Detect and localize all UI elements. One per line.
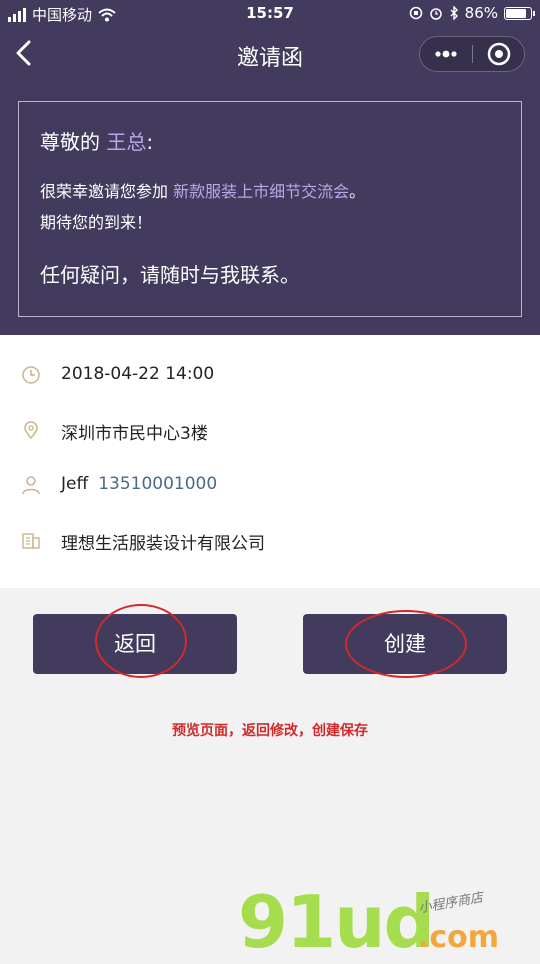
alarm-icon bbox=[429, 8, 442, 20]
status-right: 86% bbox=[409, 4, 535, 22]
mini-program-capsule bbox=[419, 36, 525, 72]
contact-phone[interactable]: 13510001000 bbox=[98, 474, 217, 494]
contact-line: 任何疑问，请随时与我联系。 bbox=[40, 263, 300, 287]
event-name: 新款服装上市细节交流会 bbox=[173, 182, 350, 201]
orientation-lock-icon bbox=[409, 6, 422, 20]
info-row-location: 深圳市市民中心3楼 bbox=[0, 410, 540, 450]
event-location: 深圳市市民中心3楼 bbox=[61, 424, 208, 444]
user-icon bbox=[22, 476, 40, 495]
contact-info: Jeff 13510001000 bbox=[61, 474, 217, 494]
company-name: 理想生活服装设计有限公司 bbox=[61, 534, 265, 554]
greeting-prefix: 尊敬的 bbox=[40, 130, 100, 154]
clock-icon bbox=[22, 366, 40, 384]
info-row-contact: Jeff 13510001000 bbox=[0, 465, 540, 505]
greeting-colon: : bbox=[146, 130, 154, 154]
contact-name: Jeff bbox=[61, 474, 89, 494]
event-info-list: 2018-04-22 14:00 深圳市市民中心3楼 Jeff 135100010… bbox=[0, 335, 540, 588]
create-button[interactable]: 创建 bbox=[303, 614, 507, 674]
battery-fill bbox=[506, 8, 526, 18]
building-icon bbox=[22, 533, 40, 549]
guest-name: 王总 bbox=[106, 130, 147, 154]
event-datetime: 2018-04-22 14:00 bbox=[61, 364, 215, 384]
info-row-company: 理想生活服装设计有限公司 bbox=[0, 520, 540, 560]
expect-line: 期待您的到来！ bbox=[40, 213, 153, 232]
close-icon[interactable] bbox=[473, 37, 525, 71]
annotation-note: 预览页面，返回修改，创建保存 bbox=[172, 723, 368, 739]
watermark-domain: .com bbox=[418, 920, 500, 955]
location-icon bbox=[24, 421, 38, 440]
watermark-main: 91ud bbox=[238, 880, 435, 964]
invite-line: 很荣幸邀请您参加 新款服装上市细节交流会。 bbox=[40, 178, 365, 202]
more-icon[interactable] bbox=[420, 37, 472, 71]
nav-bar: 邀请函 bbox=[0, 28, 540, 80]
header-area: 中国移动 15:57 86% 邀请函 尊敬的 王总: 很荣幸邀请您参加 新款服装… bbox=[0, 0, 540, 335]
status-bar: 中国移动 15:57 86% bbox=[0, 0, 540, 28]
battery-percent: 86% bbox=[464, 4, 498, 22]
battery-icon bbox=[504, 6, 535, 20]
back-button[interactable]: 返回 bbox=[33, 614, 237, 674]
invite-period: 。 bbox=[349, 182, 366, 201]
invitation-card: 尊敬的 王总: 很荣幸邀请您参加 新款服装上市细节交流会。 期待您的到来！ 任何… bbox=[18, 101, 522, 317]
bluetooth-icon bbox=[450, 6, 458, 20]
greeting: 尊敬的 王总: bbox=[40, 126, 153, 155]
info-row-datetime: 2018-04-22 14:00 bbox=[0, 355, 540, 395]
watermark: 91ud 小程序商店 .com bbox=[238, 880, 538, 964]
invite-prefix: 很荣幸邀请您参加 bbox=[40, 182, 169, 201]
